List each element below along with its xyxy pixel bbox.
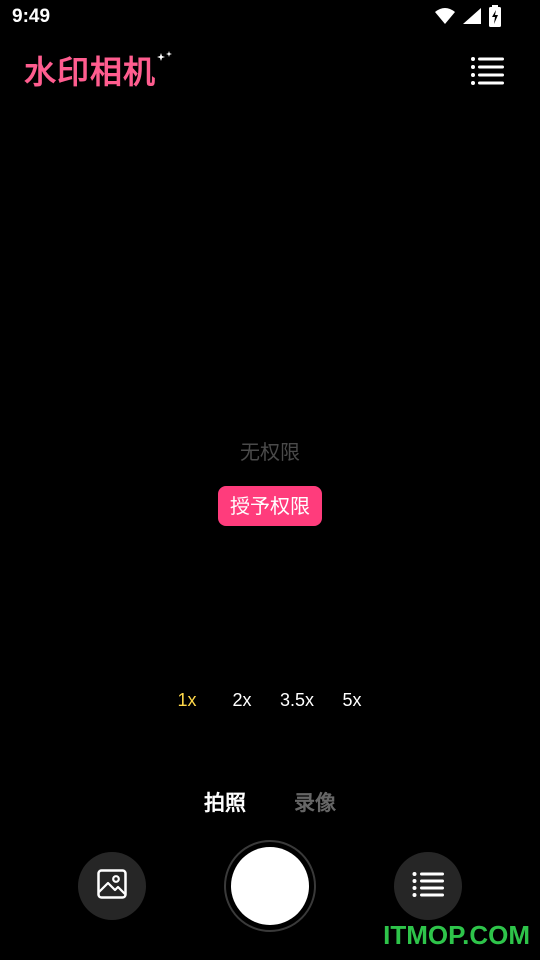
list-menu-icon: [412, 871, 444, 901]
shutter-inner: [231, 847, 309, 925]
mode-tabs: 拍照 录像: [0, 786, 540, 820]
wifi-icon: [434, 7, 456, 29]
zoom-option-5x[interactable]: 5x: [327, 686, 377, 714]
list-menu-icon: [470, 56, 504, 90]
zoom-option-1x[interactable]: 1x: [162, 686, 212, 714]
status-icons: [434, 5, 502, 31]
tab-video[interactable]: 录像: [275, 786, 355, 820]
cellular-signal-icon: [462, 7, 482, 29]
zoom-selector: 1x 2x 3.5x 5x: [160, 686, 380, 714]
tab-photo[interactable]: 拍照: [185, 786, 265, 820]
sparkle-icon: [156, 50, 174, 66]
app-logo: 水印相机: [24, 50, 174, 94]
status-time: 9:49: [12, 6, 51, 27]
gallery-button[interactable]: [78, 852, 146, 920]
zoom-option-3-5x[interactable]: 3.5x: [272, 686, 322, 714]
image-gallery-icon: [96, 868, 128, 904]
battery-charging-icon: [488, 5, 502, 31]
zoom-option-2x[interactable]: 2x: [217, 686, 267, 714]
settings-menu-button[interactable]: [466, 54, 508, 92]
shutter-button[interactable]: [224, 840, 316, 932]
site-watermark: ITMOP.COM: [383, 920, 530, 950]
no-permission-text: 无权限: [240, 440, 300, 464]
status-bar: 9:49: [0, 0, 540, 36]
grant-permission-button[interactable]: 授予权限: [218, 486, 322, 526]
watermark-list-button[interactable]: [394, 852, 462, 920]
app-logo-text: 水印相机: [24, 53, 157, 91]
